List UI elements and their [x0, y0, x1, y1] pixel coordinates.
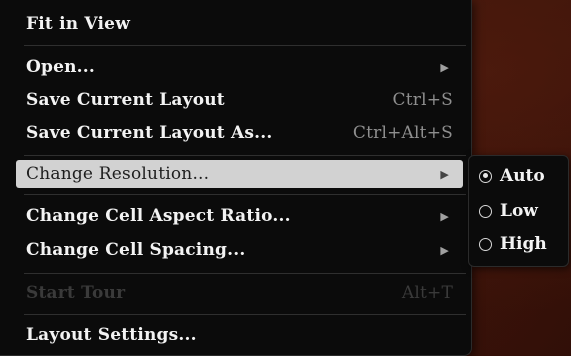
resolution-submenu: Auto Low High: [468, 155, 569, 267]
submenu-arrow-icon: ▶: [440, 209, 449, 223]
radio-label: Auto: [500, 166, 545, 186]
menu-item-open[interactable]: Open... ▶: [16, 53, 463, 81]
menu-separator: [24, 314, 466, 315]
context-menu: Fit in View Open... ▶ Save Current Layou…: [0, 0, 472, 356]
radio-label: High: [500, 234, 547, 254]
menu-separator: [24, 45, 466, 46]
menu-separator: [24, 273, 466, 274]
resolution-option-auto[interactable]: Auto: [479, 163, 545, 189]
menu-item-label: Fit in View: [26, 14, 131, 34]
menu-item-fit-in-view[interactable]: Fit in View: [16, 10, 463, 38]
radio-label: Low: [500, 201, 538, 221]
menu-item-label: Change Cell Aspect Ratio...: [26, 206, 291, 226]
menu-item-start-tour: Start Tour Alt+T: [16, 279, 463, 307]
submenu-arrow-icon: ▶: [440, 167, 449, 181]
menu-item-change-cell-spacing[interactable]: Change Cell Spacing... ▶: [16, 236, 463, 264]
menu-item-label: Save Current Layout As...: [26, 123, 273, 143]
radio-unchecked-icon: [479, 237, 492, 251]
radio-checked-icon: [479, 169, 492, 183]
radio-unchecked-icon: [479, 204, 492, 218]
menu-item-layout-settings[interactable]: Layout Settings...: [16, 321, 463, 349]
resolution-option-low[interactable]: Low: [479, 198, 538, 224]
menu-item-shortcut: Ctrl+Alt+S: [352, 123, 453, 143]
menu-item-change-resolution[interactable]: Change Resolution... ▶: [16, 160, 463, 188]
menu-item-save-current-layout[interactable]: Save Current Layout Ctrl+S: [16, 86, 463, 114]
menu-separator: [24, 155, 466, 156]
menu-item-label: Change Resolution...: [26, 164, 210, 184]
menu-item-shortcut: Alt+T: [401, 283, 453, 303]
menu-item-shortcut: Ctrl+S: [392, 90, 453, 110]
menu-item-label: Start Tour: [26, 283, 126, 303]
menu-item-label: Change Cell Spacing...: [26, 240, 246, 260]
resolution-option-high[interactable]: High: [479, 231, 547, 257]
menu-separator: [24, 194, 466, 195]
submenu-arrow-icon: ▶: [440, 60, 449, 74]
menu-item-label: Open...: [26, 57, 96, 77]
menu-item-label: Save Current Layout: [26, 90, 225, 110]
menu-item-save-current-layout-as[interactable]: Save Current Layout As... Ctrl+Alt+S: [16, 119, 463, 147]
menu-item-label: Layout Settings...: [26, 325, 197, 345]
menu-item-change-cell-aspect-ratio[interactable]: Change Cell Aspect Ratio... ▶: [16, 202, 463, 230]
submenu-arrow-icon: ▶: [440, 243, 449, 257]
